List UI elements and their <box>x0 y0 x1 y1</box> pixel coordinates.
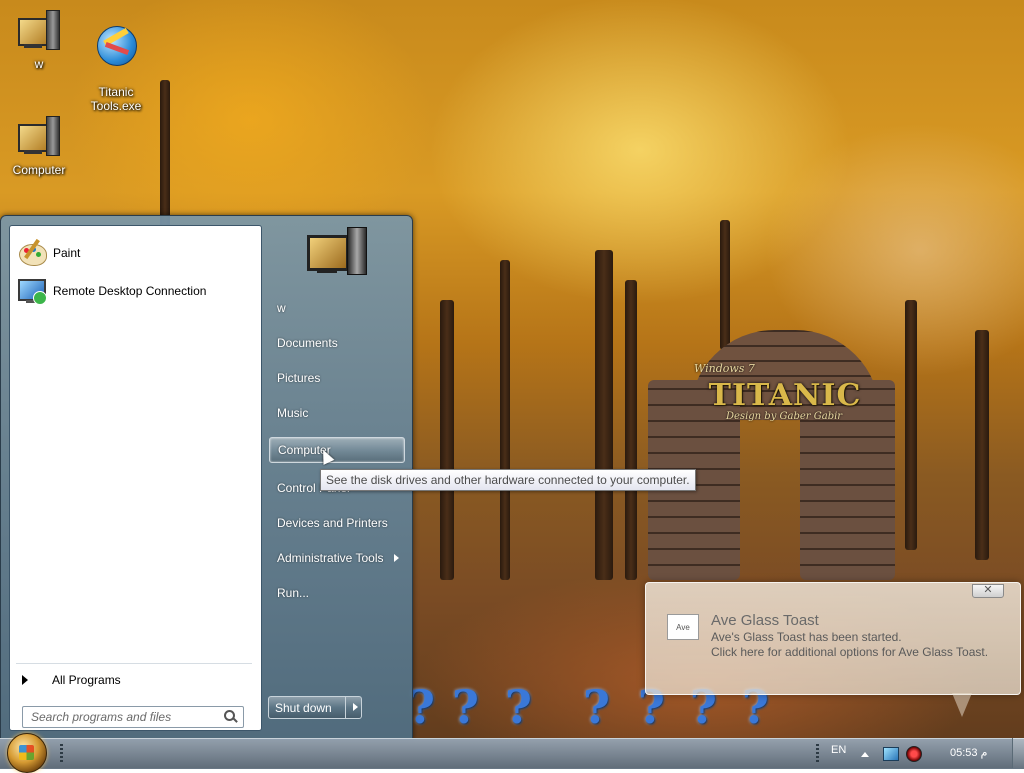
toast-message: Ave's Glass Toast has been started. <box>711 630 902 644</box>
network-icon[interactable] <box>883 747 899 761</box>
start-link-label: Run... <box>277 586 310 600</box>
tree-trunk <box>595 250 613 580</box>
tree-trunk <box>160 80 170 230</box>
program-label: Remote Desktop Connection <box>53 284 207 298</box>
close-icon[interactable]: ✕ <box>972 584 1004 598</box>
toast-pointer <box>952 693 972 717</box>
desktop-icon-computer[interactable]: Computer <box>3 114 75 177</box>
show-hidden-icons-icon[interactable] <box>861 752 869 757</box>
start-link-label: Pictures <box>277 371 321 385</box>
shutdown-button[interactable]: Shut down <box>269 697 346 718</box>
start-link-label: Administrative Tools <box>277 551 384 565</box>
start-link-user-folder[interactable]: w <box>269 295 405 321</box>
desktop-icon-label: Titanic Tools.exe <box>90 85 142 113</box>
tree-trunk <box>440 300 454 580</box>
paint-icon <box>16 238 47 268</box>
question-mark-icon: ? <box>452 680 479 734</box>
desktop-icon-user-folder[interactable]: w <box>3 8 75 71</box>
submenu-arrow-icon <box>394 554 399 562</box>
tree-trunk <box>905 300 917 550</box>
question-mark-icon: ? <box>505 680 532 734</box>
wallpaper-subtitle-top: Windows 7 <box>694 362 755 375</box>
wallpaper-title: TITANIC <box>708 378 862 413</box>
ave-app-icon: Ave <box>667 614 699 640</box>
tree-trunk <box>625 280 637 580</box>
start-link-music[interactable]: Music <box>269 400 405 426</box>
divider <box>16 663 252 664</box>
toast-options-link[interactable]: Click here for additional options for Av… <box>711 645 988 659</box>
search-input[interactable] <box>29 709 223 725</box>
glass-toast-notification[interactable]: ✕ Ave Ave Glass Toast Ave's Glass Toast … <box>645 582 1021 717</box>
start-link-pictures[interactable]: Pictures <box>269 365 405 391</box>
start-link-devices-printers[interactable]: Devices and Printers <box>269 510 405 536</box>
program-item-remote-desktop[interactable]: Remote Desktop Connection <box>16 276 252 306</box>
titanic-tools-icon <box>93 22 139 68</box>
tree-trunk <box>975 330 989 560</box>
program-item-paint[interactable]: Paint <box>16 238 252 268</box>
start-link-label: Music <box>277 406 309 420</box>
taskbar <box>0 738 1024 769</box>
search-icon[interactable] <box>224 710 238 723</box>
chevron-right-icon <box>353 703 358 711</box>
volume-icon[interactable] <box>906 746 922 762</box>
user-picture[interactable] <box>307 227 369 277</box>
desktop-icon-label: w <box>34 57 44 71</box>
start-menu-programs-pane: Paint Remote Desktop Connection All Prog… <box>9 225 262 731</box>
question-mark-icon: ? <box>583 680 610 734</box>
start-link-computer[interactable]: Computer <box>269 437 405 463</box>
wallpaper-subtitle-bottom: Design by Gaber Gabir <box>726 411 843 422</box>
start-link-administrative-tools[interactable]: Administrative Tools <box>269 545 405 571</box>
all-programs-label: All Programs <box>52 673 121 687</box>
search-box[interactable] <box>22 706 244 728</box>
user-computer-icon <box>16 8 62 54</box>
taskbar-grip[interactable] <box>816 744 819 762</box>
show-desktop-button[interactable] <box>1012 738 1024 768</box>
start-button[interactable] <box>7 733 47 773</box>
remote-desktop-icon <box>16 276 47 306</box>
tooltip: See the disk drives and other hardware c… <box>320 469 696 491</box>
taskbar-grip[interactable] <box>60 744 63 762</box>
start-link-run[interactable]: Run... <box>269 580 405 606</box>
language-indicator[interactable]: EN <box>831 744 846 756</box>
program-label: Paint <box>53 246 81 260</box>
desktop-icon-label: Computer <box>12 163 66 177</box>
all-programs-button[interactable]: All Programs <box>20 669 250 691</box>
computer-icon <box>16 114 62 160</box>
start-link-label: Documents <box>277 336 338 350</box>
system-clock[interactable]: 05:53 م <box>950 746 987 759</box>
expand-arrow-icon <box>22 675 28 685</box>
tree-trunk <box>500 260 510 580</box>
shutdown-options-button[interactable] <box>346 697 361 718</box>
desktop-icon-titanic-tools[interactable]: Titanic Tools.exe <box>80 8 152 127</box>
start-link-label: Devices and Printers <box>277 516 388 530</box>
start-link-documents[interactable]: Documents <box>269 330 405 356</box>
tree-trunk <box>720 220 730 350</box>
start-link-label: w <box>277 301 286 315</box>
toast-title: Ave Glass Toast <box>711 612 819 629</box>
shutdown-button-group: Shut down <box>268 696 362 719</box>
